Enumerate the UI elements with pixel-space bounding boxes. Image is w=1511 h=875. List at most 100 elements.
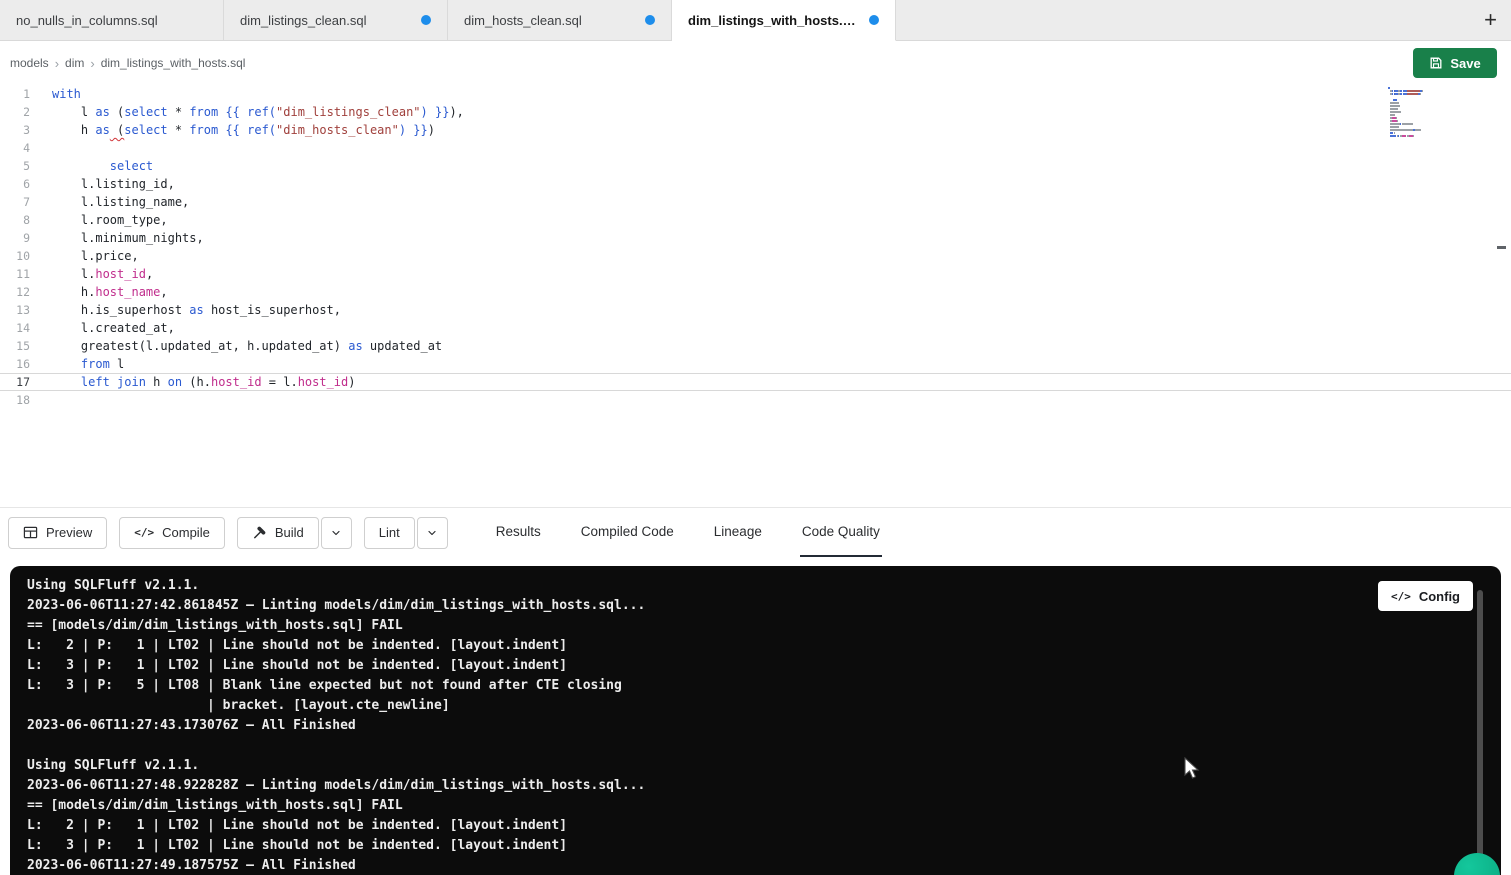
minimap-line: [1388, 105, 1460, 107]
code-text: from l: [30, 355, 124, 373]
compile-label: Compile: [162, 525, 210, 540]
unsaved-changes-dot-icon: [645, 15, 655, 25]
minimap-line: [1388, 126, 1460, 128]
tab-label: dim_listings_with_hosts.sql: [688, 13, 861, 28]
build-button[interactable]: Build: [237, 517, 319, 549]
code-text: [30, 139, 52, 157]
line-number: 15: [0, 337, 30, 355]
code-line[interactable]: 9 l.minimum_nights,: [0, 229, 1511, 247]
terminal-line: == [models/dim/dim_listings_with_hosts.s…: [27, 796, 1501, 816]
code-line[interactable]: 10 l.price,: [0, 247, 1511, 265]
code-text: greatest(l.updated_at, h.updated_at) as …: [30, 337, 442, 355]
line-number: 16: [0, 355, 30, 373]
build-dropdown-button[interactable]: [321, 517, 352, 549]
lint-button[interactable]: Lint: [364, 517, 415, 549]
tab-dim_listings_clean.sql[interactable]: dim_listings_clean.sql: [224, 0, 448, 41]
terminal-output: Using SQLFluff v2.1.1. 2023-06-06T11:27:4…: [27, 576, 1501, 875]
minimap-line: [1388, 93, 1460, 95]
breadcrumb-item[interactable]: dim: [65, 56, 84, 70]
line-number: 2: [0, 103, 30, 121]
code-line[interactable]: 7 l.listing_name,: [0, 193, 1511, 211]
result-tab-code-quality[interactable]: Code Quality: [800, 508, 882, 557]
line-number: 6: [0, 175, 30, 193]
code-text: l.host_id,: [30, 265, 153, 283]
code-icon: </>: [134, 526, 154, 539]
code-line[interactable]: 1with: [0, 85, 1511, 103]
table-grid-icon: [23, 525, 38, 540]
config-button[interactable]: </> Config: [1378, 581, 1473, 611]
open-file-tabs: no_nulls_in_columns.sql dim_listings_clea…: [0, 0, 896, 41]
save-button[interactable]: Save: [1413, 48, 1497, 78]
editor-lines: 1with2 l as (select * from {{ ref("dim_l…: [0, 85, 1511, 409]
code-line[interactable]: 16 from l: [0, 355, 1511, 373]
code-icon: </>: [1391, 590, 1411, 603]
minimap-line: [1388, 114, 1460, 116]
breadcrumb-item[interactable]: models: [10, 56, 49, 70]
hammer-icon: [252, 525, 267, 540]
line-number: 11: [0, 265, 30, 283]
minimap-line: [1388, 138, 1460, 140]
minimap-line: [1388, 87, 1460, 89]
minimap-line: [1388, 90, 1460, 92]
minimap-line: [1388, 102, 1460, 104]
code-text: l.price,: [30, 247, 139, 265]
tab-bar-filler: +: [896, 0, 1511, 41]
line-number: 13: [0, 301, 30, 319]
code-line[interactable]: 4: [0, 139, 1511, 157]
terminal-line: Using SQLFluff v2.1.1.: [27, 756, 1501, 776]
code-line[interactable]: 18: [0, 391, 1511, 409]
new-tab-button[interactable]: +: [1484, 9, 1497, 31]
result-tabs: Results Compiled Code Lineage Code Quality: [494, 508, 882, 557]
result-tab-lineage[interactable]: Lineage: [712, 508, 764, 557]
result-tab-compiled-code[interactable]: Compiled Code: [579, 508, 676, 557]
terminal-line: L: 3 | P: 1 | LT02 | Line should not be …: [27, 656, 1501, 676]
compile-button[interactable]: </> Compile: [119, 517, 225, 549]
editor-tab-bar: no_nulls_in_columns.sql dim_listings_clea…: [0, 0, 1511, 41]
tab-label: dim_listings_clean.sql: [240, 13, 366, 28]
tab-dim_hosts_clean.sql[interactable]: dim_hosts_clean.sql: [448, 0, 672, 41]
terminal-panel: Using SQLFluff v2.1.1. 2023-06-06T11:27:4…: [10, 566, 1501, 875]
line-number: 9: [0, 229, 30, 247]
terminal-line: L: 2 | P: 1 | LT02 | Line should not be …: [27, 816, 1501, 836]
unsaved-changes-dot-icon: [421, 15, 431, 25]
code-text: l.listing_id,: [30, 175, 175, 193]
code-line[interactable]: 15 greatest(l.updated_at, h.updated_at) …: [0, 337, 1511, 355]
tab-dim_listings_with_hosts.sql[interactable]: dim_listings_with_hosts.sql: [672, 0, 896, 41]
tab-label: dim_hosts_clean.sql: [464, 13, 582, 28]
code-line[interactable]: 12 h.host_name,: [0, 283, 1511, 301]
code-line[interactable]: 5 select: [0, 157, 1511, 175]
terminal-line: L: 3 | P: 1 | LT02 | Line should not be …: [27, 836, 1501, 856]
terminal-scrollbar[interactable]: [1477, 590, 1483, 868]
terminal-line: | bracket. [layout.cte_newline]: [27, 696, 1501, 716]
code-line[interactable]: 14 l.created_at,: [0, 319, 1511, 337]
code-editor[interactable]: 1with2 l as (select * from {{ ref("dim_l…: [0, 85, 1511, 507]
terminal-line: [27, 736, 1501, 756]
preview-button[interactable]: Preview: [8, 517, 107, 549]
breadcrumb-item[interactable]: dim_listings_with_hosts.sql: [101, 56, 246, 70]
minimap-line: [1388, 111, 1460, 113]
terminal-line: 2023-06-06T11:27:42.861845Z — Linting mo…: [27, 596, 1501, 616]
line-number: 8: [0, 211, 30, 229]
tab-no_nulls_in_columns.sql[interactable]: no_nulls_in_columns.sql: [0, 0, 224, 41]
code-line[interactable]: 17 left join h on (h.host_id = l.host_id…: [0, 373, 1511, 391]
code-line[interactable]: 11 l.host_id,: [0, 265, 1511, 283]
breadcrumb-separator: ›: [55, 56, 59, 71]
code-text: l as (select * from {{ ref("dim_listings…: [30, 103, 464, 121]
config-label: Config: [1419, 589, 1460, 604]
save-label: Save: [1450, 56, 1480, 71]
lint-button-group: Lint: [364, 517, 448, 549]
minimap-line: [1388, 99, 1460, 101]
code-text: select: [30, 157, 153, 175]
preview-label: Preview: [46, 525, 92, 540]
code-line[interactable]: 2 l as (select * from {{ ref("dim_listin…: [0, 103, 1511, 121]
editor-minimap[interactable]: [1388, 87, 1460, 141]
code-line[interactable]: 8 l.room_type,: [0, 211, 1511, 229]
result-tab-results[interactable]: Results: [494, 508, 543, 557]
code-line[interactable]: 13 h.is_superhost as host_is_superhost,: [0, 301, 1511, 319]
code-text: h as (select * from {{ ref("dim_hosts_cl…: [30, 121, 435, 139]
code-line[interactable]: 6 l.listing_id,: [0, 175, 1511, 193]
line-number: 10: [0, 247, 30, 265]
line-number: 3: [0, 121, 30, 139]
code-line[interactable]: 3 h as (select * from {{ ref("dim_hosts_…: [0, 121, 1511, 139]
lint-dropdown-button[interactable]: [417, 517, 448, 549]
